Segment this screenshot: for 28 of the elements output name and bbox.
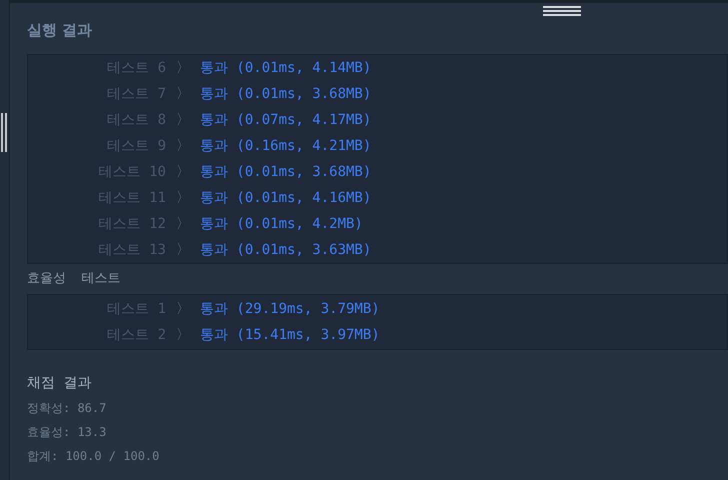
- test-result: 통과 (15.41ms, 3.97MB): [200, 326, 380, 344]
- chevron-text: 〉: [175, 188, 191, 208]
- chevron-text: 〉: [175, 326, 191, 344]
- test-result: 통과 (0.01ms, 3.68MB): [200, 84, 372, 104]
- test-result: 통과 (0.01ms, 4.2MB): [200, 214, 363, 234]
- chevron-text: 〉: [175, 162, 191, 182]
- score-line: 합계: 100.0 / 100.0: [27, 448, 160, 465]
- chevron-text: 〉: [175, 240, 191, 260]
- panel-title: 실행 결과: [27, 20, 92, 42]
- chevron-text: 〉: [175, 214, 191, 234]
- section-heading: 효율성 테스트: [27, 270, 121, 288]
- score-line: 정확성: 86.7: [27, 400, 108, 417]
- test-result: 통과 (0.01ms, 4.14MB): [200, 58, 372, 78]
- test-result: 통과 (0.01ms, 4.16MB): [200, 188, 372, 208]
- chevron-text: 〉: [175, 58, 191, 78]
- test-result: 통과 (29.19ms, 3.79MB): [200, 300, 380, 318]
- chevron-text: 〉: [175, 110, 191, 130]
- chevron-text: 〉: [175, 84, 191, 104]
- drag-handle-icon[interactable]: [543, 6, 581, 16]
- test-result: 통과 (0.07ms, 4.17MB): [200, 110, 372, 130]
- test-result: 통과 (0.01ms, 3.63MB): [200, 240, 372, 260]
- chevron-text: 〉: [175, 300, 191, 318]
- test-result: 통과 (0.16ms, 4.21MB): [200, 136, 372, 156]
- grading-heading: 채점 결과: [27, 374, 92, 393]
- resize-handle[interactable]: [1, 113, 7, 152]
- chevron-text: 〉: [175, 136, 191, 156]
- score-line: 효율성: 13.3: [27, 424, 108, 441]
- test-result: 통과 (0.01ms, 3.68MB): [200, 162, 372, 182]
